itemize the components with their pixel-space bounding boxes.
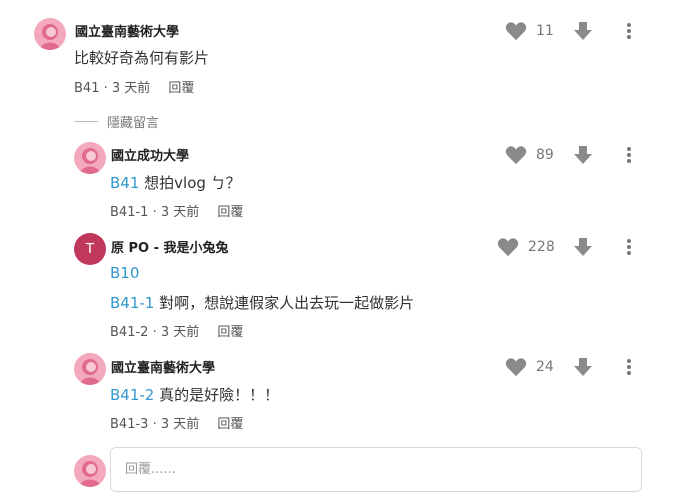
floor-reference-link[interactable]: B41-1 [110,294,154,312]
avatar-female-icon [74,353,106,385]
meta-separator: · [148,205,161,220]
downvote-button[interactable] [573,145,593,169]
comment-text: B41 想拍vlog ㄅ？ [110,172,241,193]
comment-quote: B10 [110,264,139,282]
reply-input[interactable] [111,448,641,491]
meta-separator: · [148,417,161,432]
comment-author[interactable]: 原 PO - 我是小兔兔 [111,237,229,256]
reply-button[interactable]: 回覆 [168,81,194,96]
more-vertical-icon [627,147,631,163]
arrow-down-icon [574,238,592,256]
timestamp: 3 天前 [160,205,200,220]
timestamp: 3 天前 [160,325,200,340]
downvote-button[interactable] [573,237,593,261]
avatar-female-icon [74,455,106,487]
hide-replies-label: 隱藏留言 [107,116,160,131]
floor-number: B41-2 [110,325,149,340]
more-options-button[interactable] [625,238,633,260]
arrow-down-icon [574,358,592,376]
reply-button[interactable]: 回覆 [217,417,243,432]
avatar-letter: T [85,240,95,257]
reply-comment: 國立臺南藝術大學 B41-2 真的是好險！！！ B41-3 · 3 天前 回覆 … [0,342,679,437]
downvote-button[interactable] [573,21,593,45]
more-options-button[interactable] [625,146,633,168]
floor-number: B41-3 [110,417,149,432]
comment-body: 想拍vlog ㄅ？ [139,174,241,192]
avatar-op[interactable]: T [74,233,106,265]
arrow-down-icon [574,22,592,40]
floor-number: B41-1 [110,205,149,220]
comment-body: 對啊，想說連假家人出去玩一起做影片 [154,294,415,312]
comment-text: 比較好奇為何有影片 [74,47,209,68]
arrow-down-icon [574,146,592,164]
comment-text: B41-1 對啊，想說連假家人出去玩一起做影片 [110,292,414,313]
more-options-button[interactable] [625,358,633,380]
like-button[interactable]: 11 [505,21,554,41]
floor-number: B41 [74,81,100,96]
reply-input-box[interactable] [110,447,642,492]
like-button[interactable]: 228 [497,237,555,257]
timestamp: 3 天前 [160,417,200,432]
comment-author[interactable]: 國立臺南藝術大學 [75,21,179,40]
like-button[interactable]: 89 [505,145,554,165]
avatar-female-icon [74,142,106,174]
comment-body: 真的是好險！！！ [154,386,280,404]
current-user-avatar [74,455,106,487]
reply-button[interactable]: 回覆 [217,205,243,220]
avatar[interactable] [74,353,106,385]
comment-text: B41-2 真的是好險！！！ [110,384,279,405]
floor-reference-link[interactable]: B41 [110,174,139,192]
reply-button[interactable]: 回覆 [217,325,243,340]
floor-reference-link[interactable]: B10 [110,264,139,282]
comment-meta: B41-2 · 3 天前 回覆 [110,321,243,340]
floor-reference-link[interactable]: B41-2 [110,386,154,404]
comment-meta: B41-1 · 3 天前 回覆 [110,201,243,220]
heart-icon [505,22,527,41]
reply-comment-op: T 原 PO - 我是小兔兔 B10 B41-1 對啊，想說連假家人出去玩一起做… [0,222,679,342]
more-vertical-icon [627,359,631,375]
heart-icon [505,358,527,377]
meta-separator: · [148,325,161,340]
reply-comment: 國立成功大學 B41 想拍vlog ㄅ？ B41-1 · 3 天前 回覆 89 [0,130,679,225]
like-count: 24 [536,359,554,375]
divider-line [74,121,98,122]
comment-author[interactable]: 國立成功大學 [111,145,189,164]
more-vertical-icon [627,23,631,39]
comment-meta: B41 · 3 天前 回覆 [74,77,194,96]
hide-replies-toggle[interactable]: 隱藏留言 [74,112,159,131]
meta-separator: · [99,81,112,96]
comment-author[interactable]: 國立臺南藝術大學 [111,357,215,376]
more-vertical-icon [627,239,631,255]
timestamp: 3 天前 [111,81,151,96]
avatar[interactable] [34,18,66,50]
downvote-button[interactable] [573,357,593,381]
heart-icon [505,146,527,165]
comment-body: 比較好奇為何有影片 [74,49,210,67]
comment-top: 國立臺南藝術大學 比較好奇為何有影片 B41 · 3 天前 回覆 11 [0,0,679,100]
avatar-female-icon [34,18,66,50]
like-count: 228 [528,239,555,255]
avatar[interactable] [74,142,106,174]
like-button[interactable]: 24 [505,357,554,377]
like-count: 89 [536,147,554,163]
comment-meta: B41-3 · 3 天前 回覆 [110,413,243,432]
more-options-button[interactable] [625,22,633,44]
like-count: 11 [536,23,554,39]
heart-icon [497,238,519,257]
